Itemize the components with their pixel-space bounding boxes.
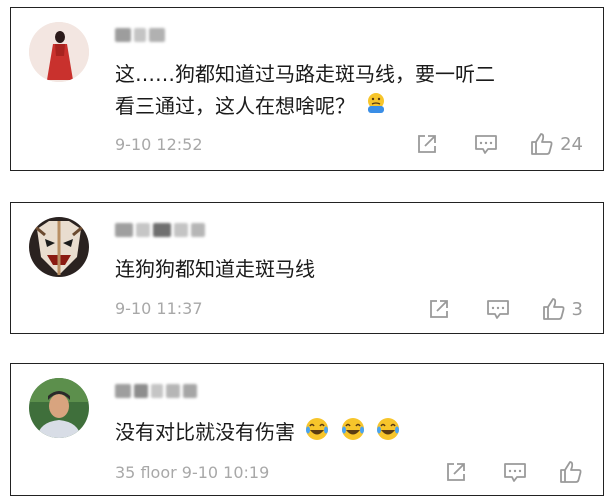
- comment-card: 这……狗都知道过马路走斑马线，要一听二 看三通过，这人在想啥呢？ 9-10 12…: [10, 7, 604, 171]
- comment-icon: [486, 300, 509, 319]
- username[interactable]: [115, 382, 197, 400]
- avatar[interactable]: [29, 378, 89, 438]
- comment-button[interactable]: [486, 298, 510, 320]
- comment-icon: [475, 135, 497, 154]
- avatar[interactable]: [29, 217, 89, 277]
- comment-icon: [504, 463, 526, 482]
- comment-button[interactable]: [474, 133, 498, 155]
- share-button[interactable]: [445, 461, 467, 483]
- like-button[interactable]: 3: [542, 297, 583, 321]
- laughing-crying-face-icon: [375, 416, 401, 451]
- comment-actions: [445, 460, 583, 484]
- laughing-crying-face-icon: [340, 416, 366, 451]
- username[interactable]: [115, 221, 205, 239]
- thumbs-up-icon: [531, 133, 553, 155]
- comment-text: 没有对比就没有伤害: [115, 416, 583, 451]
- like-button[interactable]: 24: [530, 132, 583, 156]
- comment-card: 连狗狗都知道走斑马线 9-10 11:37 3: [10, 202, 604, 334]
- username[interactable]: [115, 26, 165, 44]
- thumbs-up-icon: [560, 461, 582, 483]
- comment-button[interactable]: [503, 461, 527, 483]
- share-icon: [447, 463, 465, 481]
- share-button[interactable]: [428, 298, 450, 320]
- comment-text: 这……狗都知道过马路走斑马线，要一听二 看三通过，这人在想啥呢？: [115, 58, 583, 124]
- like-count: 3: [571, 298, 583, 320]
- share-icon: [429, 300, 448, 318]
- share-button[interactable]: [416, 133, 438, 155]
- thumbs-up-icon: [542, 298, 565, 320]
- like-button[interactable]: [559, 460, 583, 484]
- timestamp: 9-10 11:37: [115, 299, 203, 318]
- comment-line: 这……狗都知道过马路走斑马线，要一听二: [115, 62, 495, 86]
- comment-line: 看三通过，这人在想啥呢？: [115, 90, 583, 124]
- avatar[interactable]: [29, 22, 89, 82]
- timestamp: 35 floor 9-10 10:19: [115, 463, 270, 482]
- comment-card: 没有对比就没有伤害 35 floor 9-10 10:19: [10, 363, 604, 496]
- laughing-crying-face-icon: [304, 416, 330, 451]
- share-icon: [418, 135, 436, 153]
- like-count: 24: [560, 133, 583, 155]
- timestamp: 9-10 12:52: [115, 135, 203, 154]
- comment-text: 连狗狗都知道走斑马线: [115, 257, 315, 281]
- thinking-face-icon: [364, 91, 388, 124]
- comment-actions: 3: [428, 297, 583, 321]
- comment-actions: 24: [416, 132, 583, 156]
